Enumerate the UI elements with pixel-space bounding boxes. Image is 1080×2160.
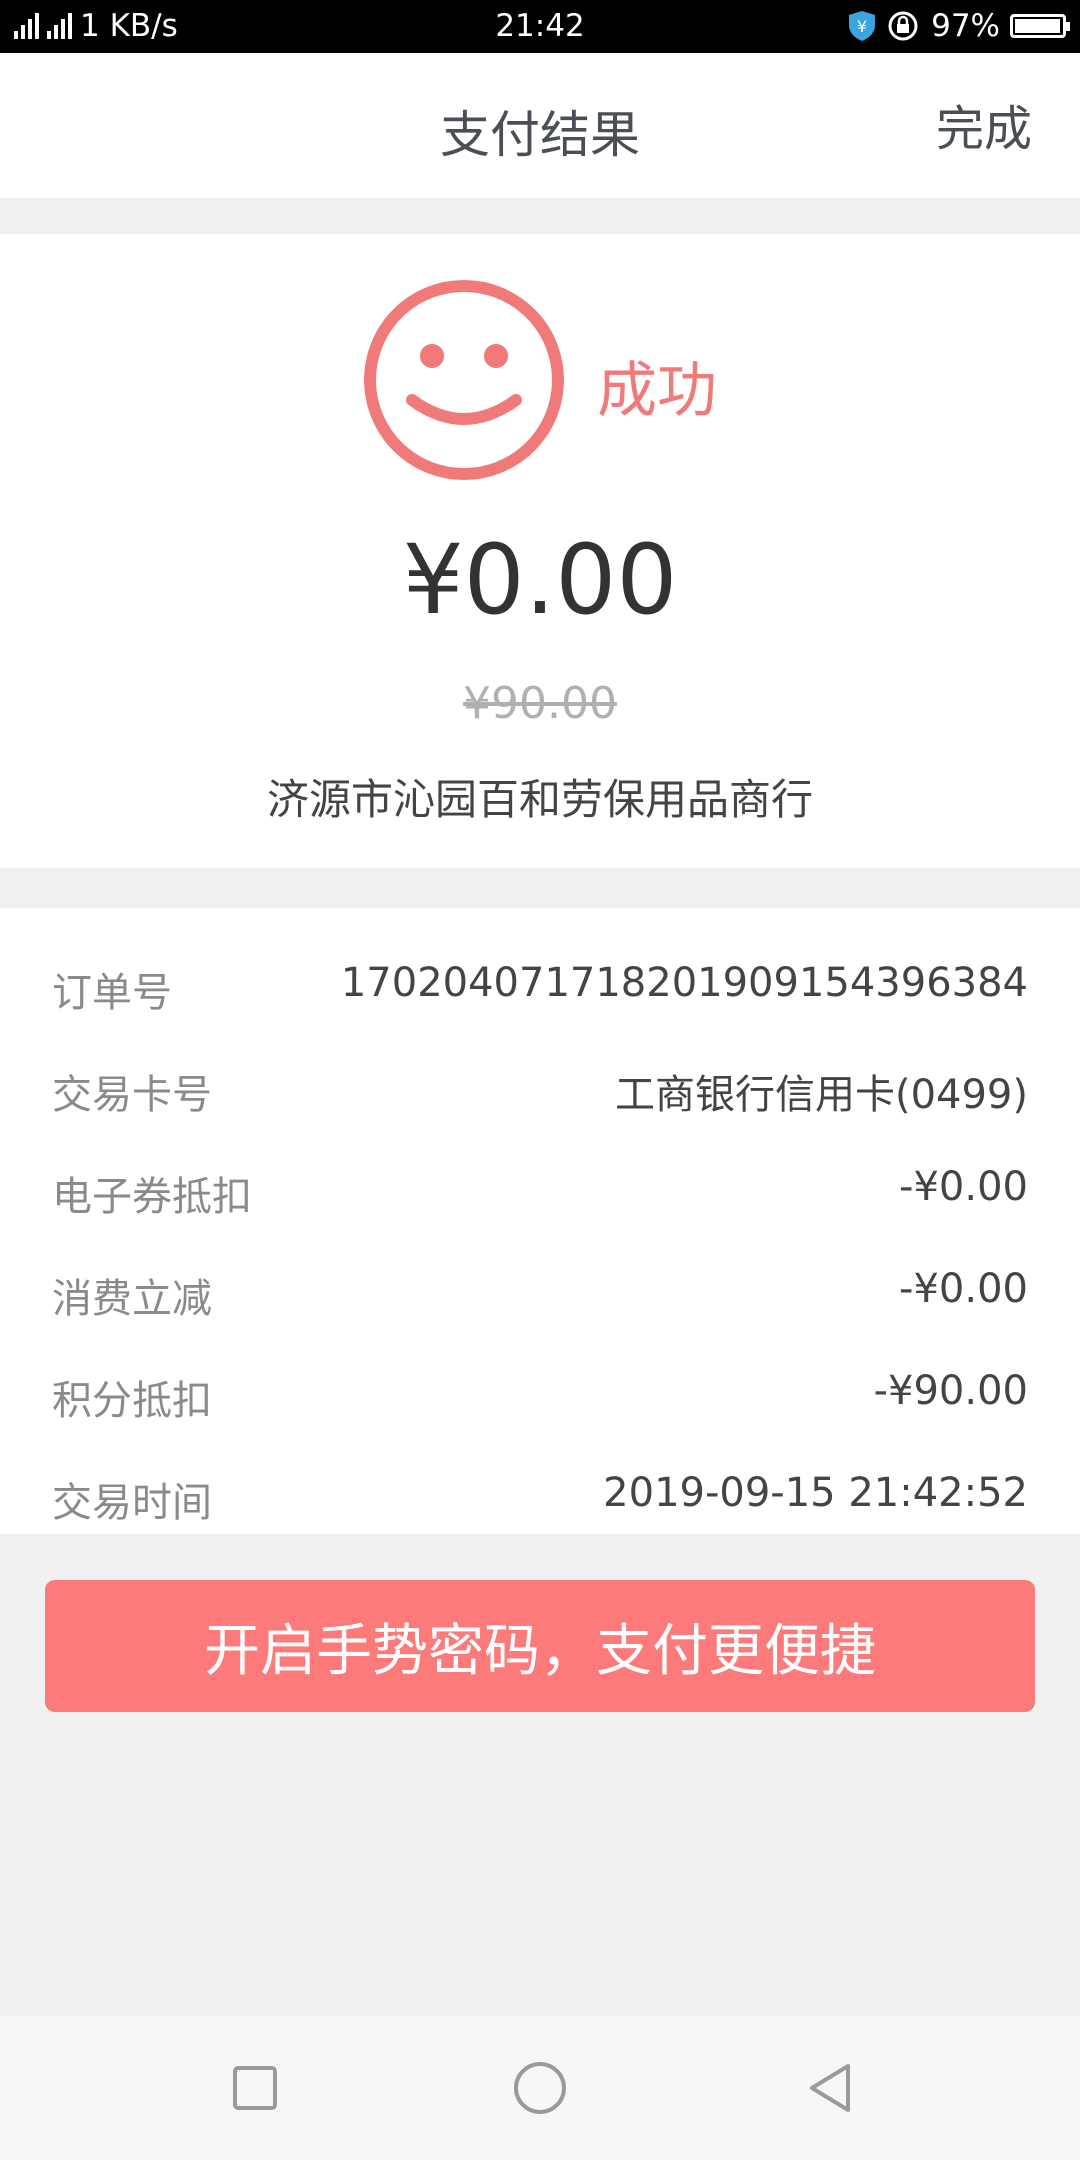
transaction-details: 订单号 170204071718201909154396384 交易卡号 工商银… bbox=[0, 908, 1080, 1534]
detail-label: 消费立减 bbox=[52, 1276, 212, 1322]
status-right: ¥ 97% bbox=[847, 8, 1070, 44]
detail-label: 交易时间 bbox=[52, 1480, 212, 1526]
done-button[interactable]: 完成 bbox=[936, 89, 1032, 159]
result-card: 成功 ¥0.00 ¥90.00 济源市沁园百和劳保用品商行 bbox=[0, 234, 1080, 868]
shield-yuan-icon: ¥ bbox=[849, 11, 876, 41]
battery-percent: 97% bbox=[931, 8, 1000, 44]
detail-row-card-number: 交易卡号 工商银行信用卡(0499) bbox=[52, 1062, 1028, 1122]
system-nav-bar bbox=[0, 2016, 1080, 2160]
header: 支付结果 完成 bbox=[0, 53, 1080, 198]
page-title: 支付结果 bbox=[440, 106, 640, 164]
detail-label: 积分抵扣 bbox=[52, 1378, 212, 1424]
battery-icon bbox=[1010, 14, 1070, 38]
detail-row-coupon-deduction: 电子券抵扣 -¥0.00 bbox=[52, 1164, 1028, 1224]
detail-label: 订单号 bbox=[52, 970, 172, 1016]
smiley-face-icon bbox=[364, 280, 564, 480]
detail-label: 电子券抵扣 bbox=[52, 1174, 252, 1220]
original-amount: ¥90.00 bbox=[463, 678, 617, 729]
detail-row-order-number: 订单号 170204071718201909154396384 bbox=[52, 960, 1028, 1020]
detail-row-transaction-time: 交易时间 2019-09-15 21:42:52 bbox=[52, 1470, 1028, 1530]
merchant-name: 济源市沁园百和劳保用品商行 bbox=[266, 775, 813, 824]
detail-row-points-deduction: 积分抵扣 -¥90.00 bbox=[52, 1368, 1028, 1428]
rotation-lock-icon bbox=[888, 11, 918, 41]
detail-value: 2019-09-15 21:42:52 bbox=[603, 1470, 1028, 1516]
detail-value: 170204071718201909154396384 bbox=[340, 960, 1028, 1006]
triangle-back-icon[interactable] bbox=[800, 2058, 860, 2118]
square-icon[interactable] bbox=[225, 2058, 285, 2118]
paid-amount: ¥0.00 bbox=[402, 524, 678, 636]
circle-icon[interactable] bbox=[510, 2058, 570, 2118]
enable-gesture-password-button[interactable]: 开启手势密码，支付更便捷 bbox=[45, 1580, 1035, 1712]
detail-value: -¥90.00 bbox=[873, 1368, 1028, 1414]
detail-value: -¥0.00 bbox=[899, 1266, 1028, 1312]
success-status: 成功 bbox=[597, 356, 717, 426]
detail-value: 工商银行信用卡(0499) bbox=[614, 1072, 1028, 1118]
detail-label: 交易卡号 bbox=[52, 1072, 212, 1118]
detail-value: -¥0.00 bbox=[899, 1164, 1028, 1210]
battery-fill bbox=[1015, 19, 1060, 33]
detail-row-instant-discount: 消费立减 -¥0.00 bbox=[52, 1266, 1028, 1326]
svg-text:¥: ¥ bbox=[857, 17, 867, 36]
status-bar: 1 KB/s 21:42 ¥ 97% bbox=[0, 0, 1080, 53]
